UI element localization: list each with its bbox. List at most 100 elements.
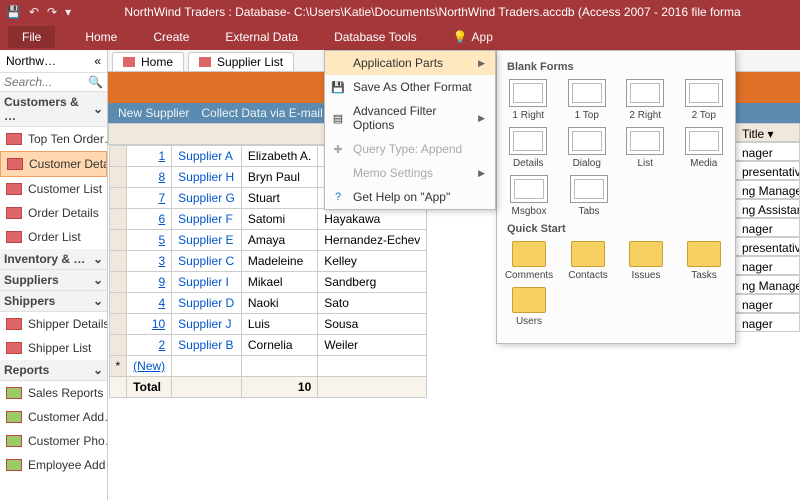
gallery-item[interactable]: Dialog [566, 127, 609, 169]
gallery-item[interactable]: Contacts [567, 241, 609, 281]
cell-title[interactable]: nager [736, 256, 800, 275]
col-title[interactable]: Title ▾ [736, 123, 800, 142]
table-row[interactable]: 5 Supplier E Amaya Hernandez-Echev [109, 230, 427, 251]
cell-new[interactable]: (New) [127, 356, 172, 377]
cell-title[interactable]: ng Manager [736, 275, 800, 294]
nav-order-details[interactable]: Order Details [0, 201, 107, 225]
gallery-item[interactable]: Media [683, 127, 726, 169]
cell-id[interactable]: 4 [127, 293, 172, 314]
new-supplier-link[interactable]: New Supplier [118, 106, 189, 120]
redo-icon[interactable]: ↷ [47, 5, 57, 19]
tab-external-data[interactable]: External Data [219, 26, 304, 48]
nav-customer-add[interactable]: Customer Add… [0, 405, 107, 429]
cell-last-name[interactable]: Sandberg [318, 272, 427, 293]
table-row[interactable]: 6 Supplier F Satomi Hayakawa [109, 209, 427, 230]
nav-shipper-details[interactable]: Shipper Details [0, 312, 107, 336]
table-row[interactable]: 10 Supplier J Luis Sousa [109, 314, 427, 335]
doctab-supplier-list[interactable]: Supplier List [188, 52, 294, 71]
cell-id[interactable]: 3 [127, 251, 172, 272]
cell-company[interactable]: Supplier C [172, 251, 242, 272]
tab-database-tools[interactable]: Database Tools [328, 26, 423, 48]
nav-shipper-list[interactable]: Shipper List [0, 336, 107, 360]
gallery-item[interactable]: 2 Right [624, 79, 667, 121]
cell-first-name[interactable]: Stuart [241, 188, 317, 209]
cell-id[interactable]: 1 [127, 146, 172, 167]
cell-last-name[interactable]: Weiler [318, 335, 427, 356]
nav-customer-details[interactable]: Customer Deta… [0, 151, 107, 177]
cell-company[interactable]: Supplier I [172, 272, 242, 293]
nav-top-ten[interactable]: Top Ten Order… [0, 127, 107, 151]
cell-title[interactable]: ng Assistant [736, 199, 800, 218]
tab-file[interactable]: File [8, 26, 55, 48]
gallery-item[interactable]: List [624, 127, 667, 169]
cell-first-name[interactable]: Satomi [241, 209, 317, 230]
row-selector[interactable] [109, 272, 127, 293]
cell-company[interactable]: Supplier D [172, 293, 242, 314]
undo-icon[interactable]: ↶ [29, 5, 39, 19]
new-row[interactable]: * (New) [109, 356, 427, 377]
cell-first-name[interactable]: Naoki [241, 293, 317, 314]
menu-application-parts[interactable]: Application Parts▶ [325, 51, 495, 75]
table-row[interactable]: 4 Supplier D Naoki Sato [109, 293, 427, 314]
row-selector[interactable] [109, 335, 127, 356]
nav-employee-add[interactable]: Employee Add… [0, 453, 107, 477]
row-selector[interactable] [109, 209, 127, 230]
doctab-home[interactable]: Home [112, 52, 184, 71]
row-selector[interactable] [109, 146, 127, 167]
cell-first-name[interactable]: Madeleine [241, 251, 317, 272]
cell-first-name[interactable]: Mikael [241, 272, 317, 293]
row-selector[interactable] [109, 251, 127, 272]
cell-id[interactable]: 9 [127, 272, 172, 293]
cell-company[interactable]: Supplier E [172, 230, 242, 251]
gallery-item[interactable]: Tasks [683, 241, 725, 281]
gallery-item[interactable]: 1 Right [507, 79, 550, 121]
cell-first-name[interactable]: Bryn Paul [241, 167, 317, 188]
cell-title[interactable]: nager [736, 142, 800, 161]
cell-last-name[interactable]: Kelley [318, 251, 427, 272]
cell-title[interactable]: ng Manager [736, 180, 800, 199]
cell-last-name[interactable]: Sato [318, 293, 427, 314]
menu-advanced-filter[interactable]: ▤Advanced Filter Options▶ [325, 99, 495, 137]
cell-first-name[interactable]: Cornelia [241, 335, 317, 356]
gallery-item[interactable]: Users [507, 287, 551, 327]
nav-header[interactable]: Northw… « [0, 50, 107, 73]
search-icon[interactable]: 🔍 [88, 75, 103, 89]
tab-home[interactable]: Home [79, 26, 123, 48]
group-inventory[interactable]: Inventory & …⌄ [0, 249, 107, 270]
table-row[interactable]: 3 Supplier C Madeleine Kelley [109, 251, 427, 272]
group-shippers[interactable]: Shippers⌄ [0, 291, 107, 312]
tab-create[interactable]: Create [147, 26, 195, 48]
cell-company[interactable]: Supplier J [172, 314, 242, 335]
save-icon[interactable]: 💾 [6, 5, 21, 19]
shutter-icon[interactable]: « [94, 54, 101, 68]
tell-me[interactable]: 💡 App [447, 26, 499, 48]
row-selector[interactable] [109, 188, 127, 209]
cell-id[interactable]: 5 [127, 230, 172, 251]
table-row[interactable]: 2 Supplier B Cornelia Weiler [109, 335, 427, 356]
nav-customer-pho[interactable]: Customer Pho… [0, 429, 107, 453]
cell-title[interactable]: presentativ [736, 237, 800, 256]
gallery-item[interactable]: 1 Top [566, 79, 609, 121]
cell-title[interactable]: nager [736, 218, 800, 237]
group-customers[interactable]: Customers & …⌄ [0, 92, 107, 127]
cell-company[interactable]: Supplier A [172, 146, 242, 167]
cell-company[interactable]: Supplier H [172, 167, 242, 188]
group-suppliers[interactable]: Suppliers⌄ [0, 270, 107, 291]
menu-save-as-other[interactable]: 💾Save As Other Format [325, 75, 495, 99]
nav-order-list[interactable]: Order List [0, 225, 107, 249]
cell-title[interactable]: presentativ [736, 161, 800, 180]
nav-sales-reports[interactable]: Sales Reports … [0, 381, 107, 405]
group-reports[interactable]: Reports⌄ [0, 360, 107, 381]
menu-get-help[interactable]: ?Get Help on "App" [325, 185, 495, 209]
gallery-item[interactable]: Comments [507, 241, 551, 281]
qat-dropdown-icon[interactable]: ▾ [65, 5, 71, 19]
cell-title[interactable]: nager [736, 313, 800, 332]
gallery-item[interactable]: Tabs [567, 175, 611, 217]
cell-id[interactable]: 10 [127, 314, 172, 335]
nav-customer-list[interactable]: Customer List [0, 177, 107, 201]
search-input[interactable] [4, 75, 88, 89]
cell-id[interactable]: 8 [127, 167, 172, 188]
gallery-item[interactable]: Details [507, 127, 550, 169]
cell-company[interactable]: Supplier G [172, 188, 242, 209]
cell-id[interactable]: 7 [127, 188, 172, 209]
